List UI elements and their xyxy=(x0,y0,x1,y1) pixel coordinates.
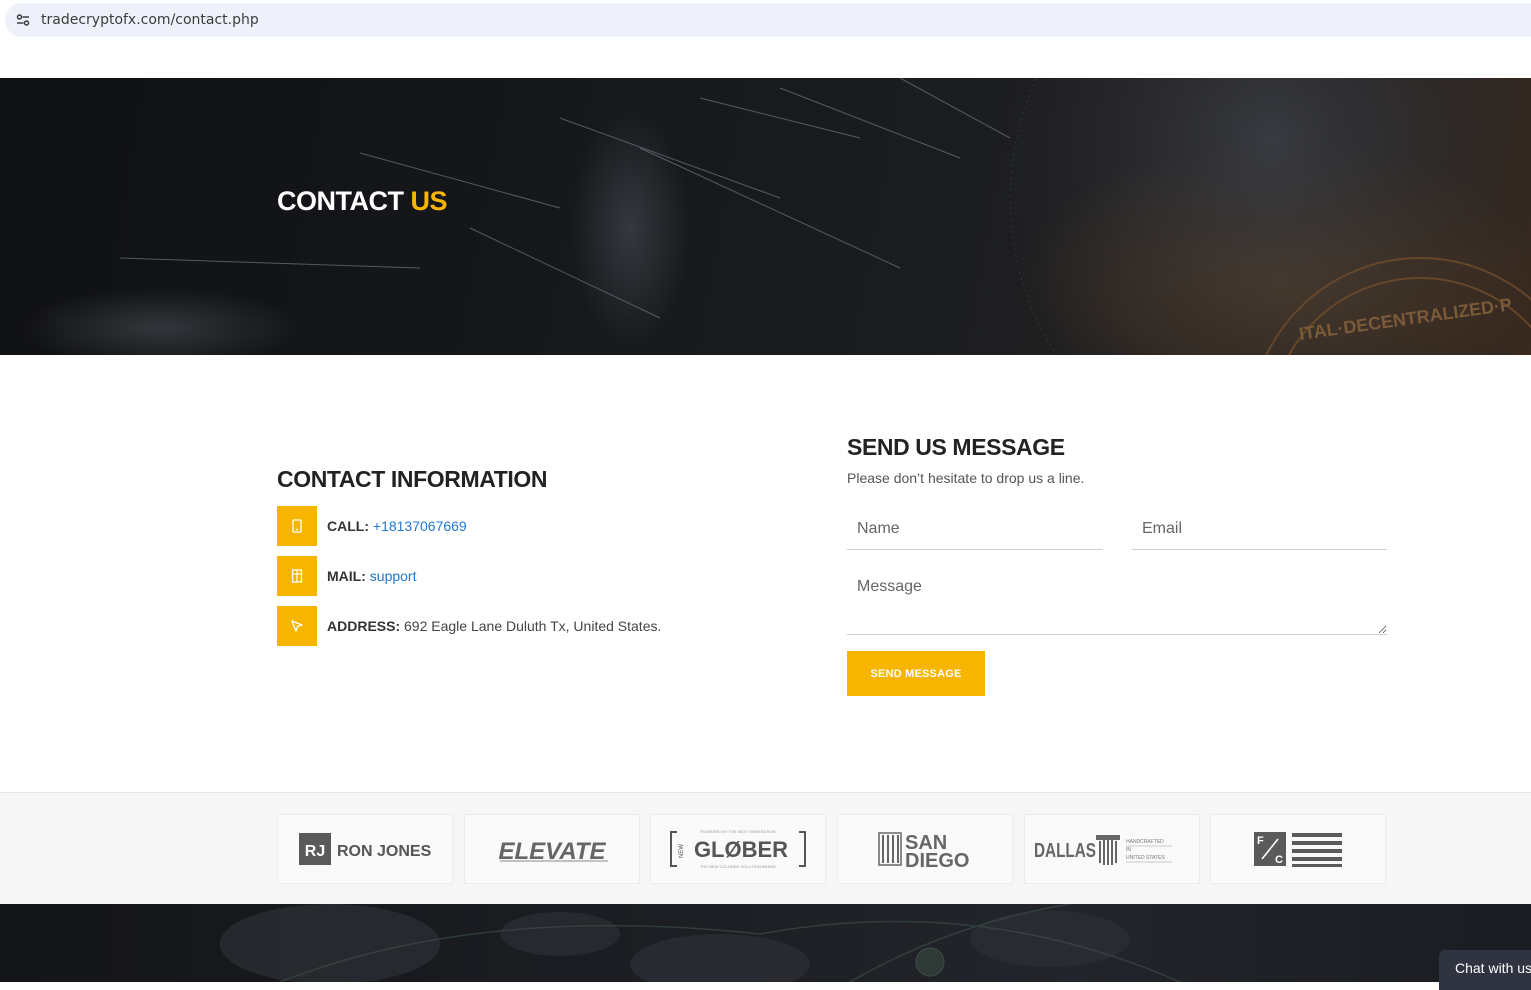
call-label: CALL: xyxy=(327,518,369,534)
email-field[interactable] xyxy=(1132,508,1387,550)
address-label: ADDRESS: xyxy=(327,618,401,634)
contact-info-heading: CONTACT INFORMATION xyxy=(277,466,548,492)
message-field[interactable] xyxy=(847,568,1387,635)
logo-elevate[interactable]: ELEVATE xyxy=(464,814,640,884)
address-value: 692 Eagle Lane Duluth Tx, United States. xyxy=(404,618,662,634)
svg-text:POWERED BY THE NEXT GENERATION: POWERED BY THE NEXT GENERATION xyxy=(700,829,775,834)
svg-text:F: F xyxy=(1257,835,1264,847)
logo-ron-jones[interactable]: RJ RON JONES xyxy=(277,814,453,884)
partner-logos-strip: RJ RON JONES ELEVATE POWERED BY THE NEXT… xyxy=(0,792,1531,904)
logo-glober[interactable]: POWERED BY THE NEXT GENERATION NEW GLØBE… xyxy=(650,814,826,884)
phone-link[interactable]: +18137067669 xyxy=(373,518,467,534)
footer-world-map-art xyxy=(220,904,1181,982)
mail-link[interactable]: support xyxy=(370,568,417,584)
mail-icon xyxy=(277,556,317,596)
svg-text:THE NEW COLORED SOLUTION BRAND: THE NEW COLORED SOLUTION BRAND xyxy=(700,864,776,869)
form-heading: SEND US MESSAGE xyxy=(847,434,1065,460)
bitcoin-icon xyxy=(915,947,945,977)
hero-banner: ITAL·DECENTRALIZED·P CONTACT US xyxy=(0,78,1531,355)
svg-text:DIEGO: DIEGO xyxy=(905,850,969,871)
svg-text:RJ: RJ xyxy=(305,843,325,860)
mail-label: MAIL: xyxy=(327,568,366,584)
svg-text:C: C xyxy=(1275,854,1283,866)
svg-text:RON JONES: RON JONES xyxy=(337,843,432,860)
address-bar[interactable]: tradecryptofx.com/contact.php xyxy=(5,3,1531,37)
svg-text:UNITED STATES: UNITED STATES xyxy=(1126,855,1165,861)
logo-dallas[interactable]: DALLAS HANDCRAFTED IN UNITED STATES xyxy=(1024,814,1200,884)
phone-icon xyxy=(277,506,317,546)
svg-text:DALLAS: DALLAS xyxy=(1034,840,1096,862)
svg-text:GLØBER: GLØBER xyxy=(694,837,788,862)
url-text[interactable]: tradecryptofx.com/contact.php xyxy=(41,12,259,28)
chat-widget-button[interactable]: Chat with us xyxy=(1439,950,1531,990)
location-icon xyxy=(277,606,317,646)
contact-address-row: ADDRESS: 692 Eagle Lane Duluth Tx, Unite… xyxy=(277,606,757,646)
browser-toolbar: tradecryptofx.com/contact.php xyxy=(0,0,1531,40)
logo-fc[interactable]: F C xyxy=(1210,814,1386,884)
hero-background-art: ITAL·DECENTRALIZED·P xyxy=(20,78,1531,355)
name-field[interactable] xyxy=(847,508,1103,550)
svg-text:HANDCRAFTED: HANDCRAFTED xyxy=(1126,839,1164,845)
form-subtitle: Please don’t hesitate to drop us a line. xyxy=(847,470,1085,486)
page-title: CONTACT US xyxy=(277,186,448,216)
contact-mail-row: MAIL: support xyxy=(277,556,757,596)
send-message-button[interactable]: SEND MESSAGE xyxy=(847,651,985,696)
svg-text:IN: IN xyxy=(1126,847,1131,853)
site-settings-icon[interactable] xyxy=(14,11,32,29)
logo-san-diego[interactable]: SAN DIEGO xyxy=(837,814,1013,884)
svg-text:NEW: NEW xyxy=(679,844,685,858)
footer xyxy=(0,904,1531,982)
contact-call-row: CALL: +18137067669 xyxy=(277,506,757,546)
